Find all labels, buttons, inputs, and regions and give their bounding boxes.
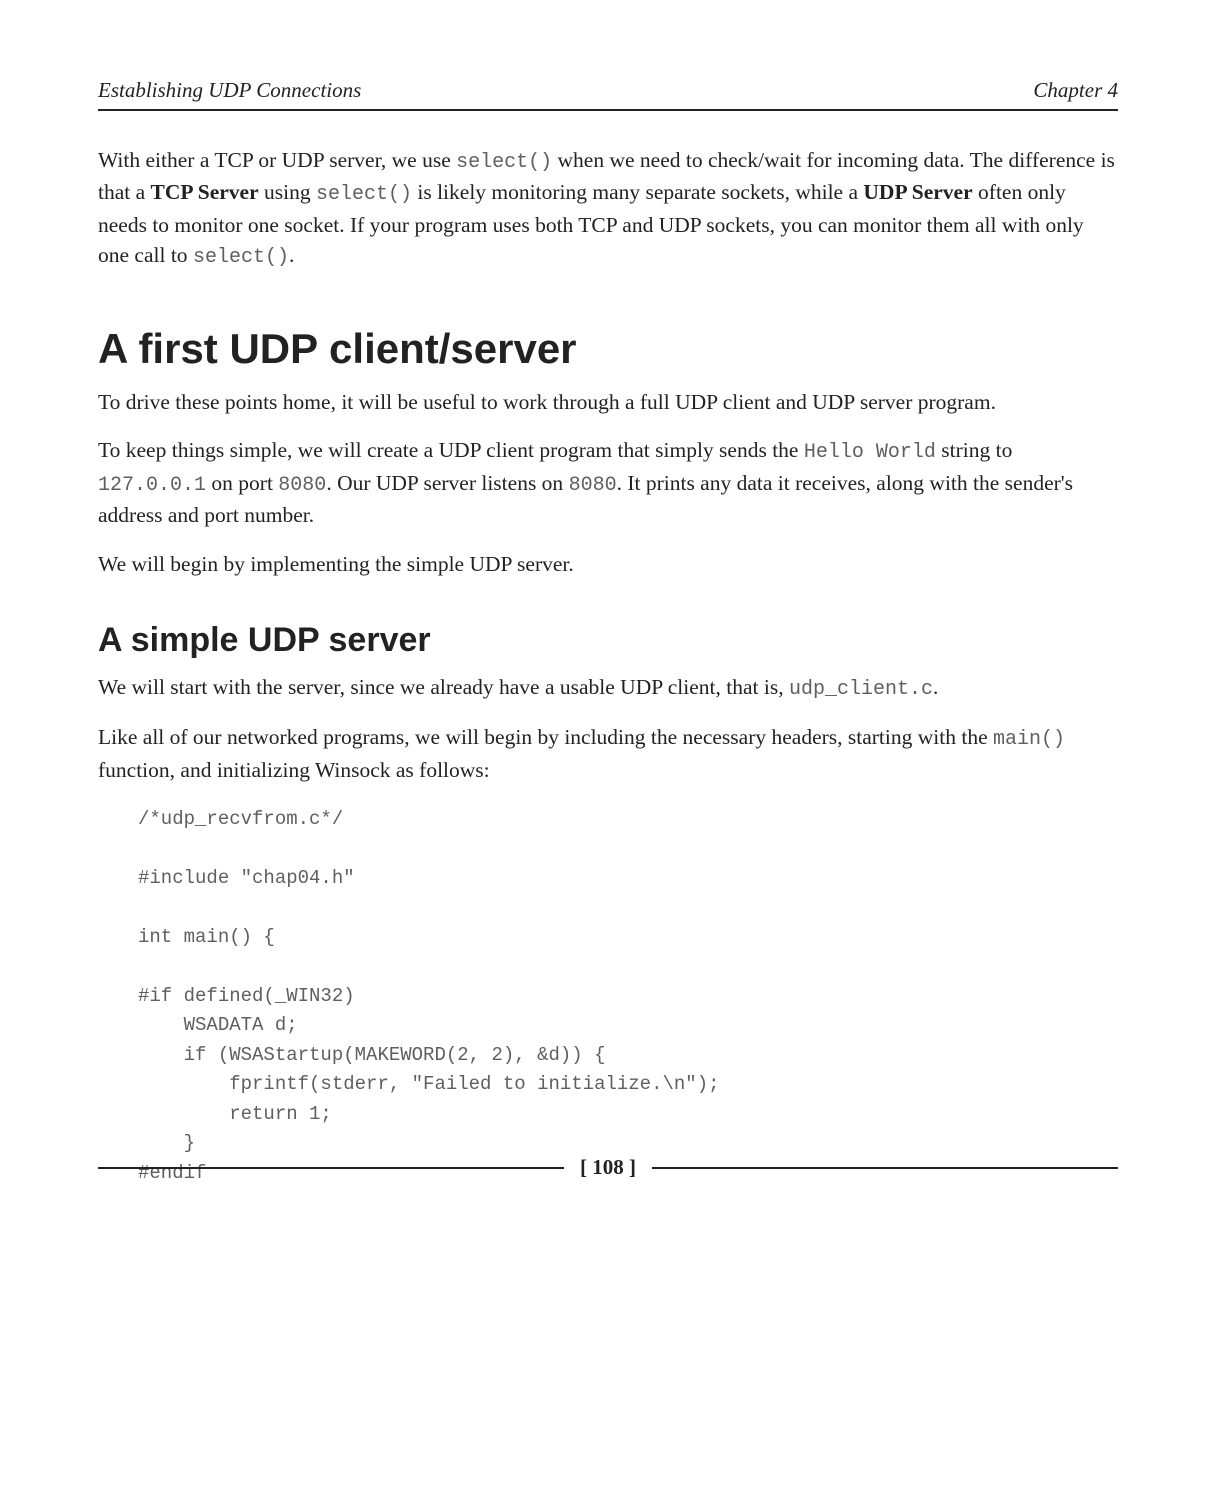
section-heading: A first UDP client/server [98, 325, 1118, 373]
page-header: Establishing UDP Connections Chapter 4 [98, 78, 1118, 111]
page-number: [ 108 ] [580, 1155, 636, 1180]
footer-rule-right [652, 1167, 1118, 1169]
code-block: /*udp_recvfrom.c*/ #include "chap04.h" i… [138, 805, 1118, 1188]
text: . Our UDP server listens on [326, 471, 568, 495]
body-paragraph: To drive these points home, it will be u… [98, 387, 1118, 418]
text: string to [936, 438, 1012, 462]
text: function, and initializing Winsock as fo… [98, 758, 490, 782]
body-paragraph: We will begin by implementing the simple… [98, 549, 1118, 580]
code-inline: 8080 [569, 474, 617, 497]
code-inline: select() [316, 183, 412, 206]
body-paragraph: To keep things simple, we will create a … [98, 435, 1118, 530]
bold-text: UDP Server [863, 180, 972, 204]
text: on port [206, 471, 278, 495]
code-inline: Hello World [804, 441, 936, 464]
code-inline: select() [193, 246, 289, 269]
bold-text: TCP Server [151, 180, 259, 204]
text: With either a TCP or UDP server, we use [98, 148, 456, 172]
page-footer: [ 108 ] [98, 1155, 1118, 1180]
intro-paragraph: With either a TCP or UDP server, we use … [98, 145, 1118, 273]
text: To keep things simple, we will create a … [98, 438, 804, 462]
code-inline: udp_client.c [789, 678, 933, 701]
code-inline: select() [456, 151, 552, 174]
body-paragraph: We will start with the server, since we … [98, 672, 1118, 704]
text: We will start with the server, since we … [98, 675, 789, 699]
body-paragraph: Like all of our networked programs, we w… [98, 722, 1118, 785]
code-inline: 127.0.0.1 [98, 474, 206, 497]
text: Like all of our networked programs, we w… [98, 725, 993, 749]
text: . [933, 675, 938, 699]
chapter-title: Establishing UDP Connections [98, 78, 361, 103]
text: is likely monitoring many separate socke… [412, 180, 863, 204]
subsection-heading: A simple UDP server [98, 621, 1118, 660]
code-inline: 8080 [278, 474, 326, 497]
code-inline: main() [993, 728, 1065, 751]
footer-rule-left [98, 1167, 564, 1169]
chapter-label: Chapter 4 [1033, 78, 1118, 103]
text: using [259, 180, 316, 204]
text: . [289, 243, 294, 267]
